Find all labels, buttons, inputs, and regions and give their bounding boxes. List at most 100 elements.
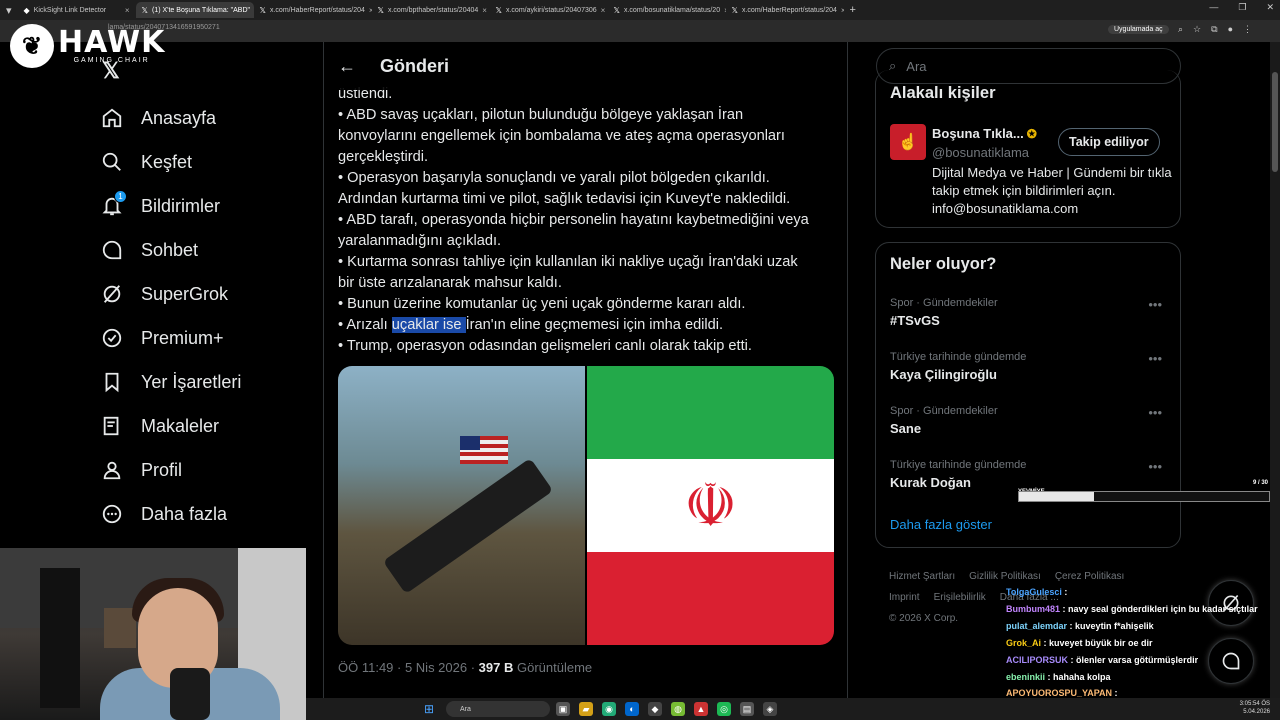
- star-icon[interactable]: ☆: [1193, 24, 1201, 35]
- browser-tab-active[interactable]: 𝕏(1) X'te Boşuna Tıklama: "ABD"×: [135, 2, 254, 18]
- sidebar-item-explore[interactable]: Keşfet: [100, 140, 241, 184]
- close-icon[interactable]: ×: [601, 6, 606, 15]
- app-icon[interactable]: ▤: [740, 702, 754, 716]
- show-more-link[interactable]: Daha fazla göster: [890, 517, 992, 532]
- sidebar-item-label: SuperGrok: [141, 283, 229, 304]
- more-options-icon[interactable]: •••: [1148, 405, 1162, 420]
- chat-username[interactable]: ACILIPORSUK: [1006, 655, 1068, 665]
- chat-text: :: [1114, 688, 1118, 699]
- trend-item[interactable]: Spor · Gündemdekiler #TSvGS •••: [890, 297, 1170, 328]
- sidebar-item-chat[interactable]: Sohbet: [100, 228, 241, 272]
- new-tab-button[interactable]: +: [844, 4, 862, 16]
- sidebar-item-premium[interactable]: Premium+: [100, 316, 241, 360]
- more-icon: [100, 502, 124, 526]
- chat-username[interactable]: pulat_alemdar: [1006, 621, 1067, 631]
- chat-text: : hahaha kolpa: [1047, 671, 1111, 682]
- chat-username[interactable]: Bumbum481: [1006, 604, 1060, 614]
- following-button[interactable]: Takip ediliyor: [1058, 128, 1160, 156]
- app-icon[interactable]: ▲: [694, 702, 708, 716]
- browser-tab[interactable]: ◆ KickSight Link Detector ×: [18, 2, 136, 18]
- extensions-icon[interactable]: ⧉: [1211, 24, 1217, 35]
- open-in-app-button[interactable]: Uygulamada aç: [1108, 25, 1169, 34]
- scrollbar-thumb[interactable]: [1272, 72, 1278, 172]
- scrollbar[interactable]: [1270, 42, 1280, 698]
- zoom-icon[interactable]: ⌕: [1178, 24, 1183, 35]
- soldier-photo[interactable]: [338, 366, 585, 645]
- browser-tab[interactable]: 𝕏x.com/HaberReport/status/204 ×: [726, 2, 844, 18]
- taskbar-clock[interactable]: 3:05:54 ÖS 5.04.2026: [1240, 700, 1270, 716]
- tweet-image[interactable]: ☫: [338, 366, 834, 645]
- maximize-icon[interactable]: ❐: [1238, 2, 1246, 13]
- sidebar-item-notifications[interactable]: 1 Bildirimler: [100, 184, 241, 228]
- trend-item[interactable]: Türkiye tarihinde gündemde Kaya Çilingir…: [890, 351, 1170, 382]
- app-icon[interactable]: ▣: [556, 702, 570, 716]
- back-arrow-icon[interactable]: ←: [338, 56, 356, 77]
- search-input[interactable]: ⌕ Ara: [876, 48, 1181, 84]
- spotify-icon[interactable]: ◎: [717, 702, 731, 716]
- taskbar-search[interactable]: Ara: [446, 701, 550, 717]
- progress-count: 9 / 30: [1252, 480, 1268, 486]
- chat-message: TolgaGulesci :: [1006, 584, 1280, 601]
- app-icon[interactable]: ◆: [648, 702, 662, 716]
- tweet-meta: ÖÖ 11:49 · 5 Nis 2026 · 397 B Görüntülem…: [338, 660, 592, 675]
- browser-tab[interactable]: 𝕏x.com/bpthaber/status/20404 ×: [372, 2, 490, 18]
- progress-fill: [1019, 492, 1094, 501]
- sidebar-item-more[interactable]: Daha fazla: [100, 492, 241, 536]
- minimize-icon[interactable]: —: [1209, 2, 1218, 13]
- chat-icon: [100, 238, 124, 262]
- close-icon[interactable]: ×: [125, 6, 130, 15]
- app-icon[interactable]: ◈: [763, 702, 777, 716]
- address-bar[interactable]: lama/status/2040713416591950271 Uygulama…: [0, 20, 1280, 42]
- close-icon[interactable]: ×: [482, 6, 487, 15]
- views-label: Görüntüleme: [513, 660, 593, 675]
- chat-text: : kuveyet büyük bir oe dir: [1043, 637, 1153, 648]
- chrome-icon[interactable]: ◉: [602, 702, 616, 716]
- more-options-icon[interactable]: •••: [1148, 351, 1162, 366]
- menu-icon[interactable]: ⋮: [1243, 24, 1252, 35]
- windows-start-icon[interactable]: ⊞: [424, 702, 434, 716]
- chat-message: Grok_Ai : kuveyet büyük bir oe dir: [1006, 635, 1280, 652]
- avatar[interactable]: ☝: [890, 124, 926, 160]
- browser-tab[interactable]: 𝕏x.com/aykiri/status/20407306 ×: [490, 2, 608, 18]
- folder-icon[interactable]: ▰: [579, 702, 593, 716]
- close-window-icon[interactable]: ✕: [1266, 2, 1274, 13]
- chat-username[interactable]: Grok_Ai: [1006, 638, 1041, 648]
- sidebar-item-articles[interactable]: Makaleler: [100, 404, 241, 448]
- iran-flag-image[interactable]: ☫: [587, 366, 834, 645]
- more-options-icon[interactable]: •••: [1148, 297, 1162, 312]
- sidebar-item-bookmarks[interactable]: Yer İşaretleri: [100, 360, 241, 404]
- footer-link[interactable]: Hizmet Şartları: [889, 571, 955, 582]
- footer-link[interactable]: Gizlilik Politikası: [969, 571, 1041, 582]
- footer-link[interactable]: Çerez Politikası: [1055, 571, 1124, 582]
- app-icon[interactable]: ◍: [671, 702, 685, 716]
- chat-username[interactable]: TolgaGulesci: [1006, 587, 1062, 597]
- edge-icon[interactable]: ◐: [625, 702, 639, 716]
- sidebar-item-home[interactable]: Anasayfa: [100, 96, 241, 140]
- more-options-icon[interactable]: •••: [1148, 459, 1162, 474]
- footer-link[interactable]: Imprint: [889, 592, 920, 603]
- profile-handle[interactable]: @bosunatiklama: [932, 145, 1029, 160]
- chat-username[interactable]: ebeninkii: [1006, 672, 1045, 682]
- footer-link[interactable]: Erişilebilirlik: [934, 592, 986, 603]
- chat-message: ebeninkii : hahaha kolpa: [1006, 669, 1280, 686]
- chat-text: :: [1064, 587, 1068, 597]
- tweet-text: üstlendi. • ABD savaş uçakları, pilotun …: [338, 84, 828, 357]
- x-favicon-icon: 𝕏: [141, 5, 148, 15]
- browser-tab[interactable]: 𝕏x.com/bosunatiklama/status/20×: [608, 2, 726, 18]
- tab-menu-icon[interactable]: ▾: [0, 4, 18, 17]
- tweet-line-highlighted: • Arızalı uçaklar ise İran'ın eline geçm…: [338, 315, 828, 336]
- tweet-time[interactable]: ÖÖ 11:49 · 5 Nis 2026 ·: [338, 660, 479, 675]
- browser-tab[interactable]: 𝕏x.com/HaberReport/status/204 ×: [254, 2, 372, 18]
- sidebar-item-label: Profil: [141, 459, 183, 480]
- trend-item[interactable]: Spor · Gündemdekiler Sane •••: [890, 405, 1170, 436]
- tweet-line: bir üste arızalanarak mahsur kaldı.: [338, 275, 562, 291]
- profile-icon[interactable]: ●: [1228, 24, 1233, 35]
- tweet-line: gerçekleştirdi.: [338, 149, 429, 165]
- logo-name: HAWK: [58, 24, 166, 60]
- text-selection[interactable]: uçaklar ise: [391, 317, 466, 333]
- logo-sub: GAMING CHAIR: [73, 56, 150, 64]
- sidebar-item-profile[interactable]: Profil: [100, 448, 241, 492]
- sidebar-item-supergrok[interactable]: SuperGrok: [100, 272, 241, 316]
- chat-username[interactable]: APOYUOROSPU_YAPAN: [1006, 688, 1112, 698]
- profile-name[interactable]: Boşuna Tıkla... ✪: [932, 126, 1037, 141]
